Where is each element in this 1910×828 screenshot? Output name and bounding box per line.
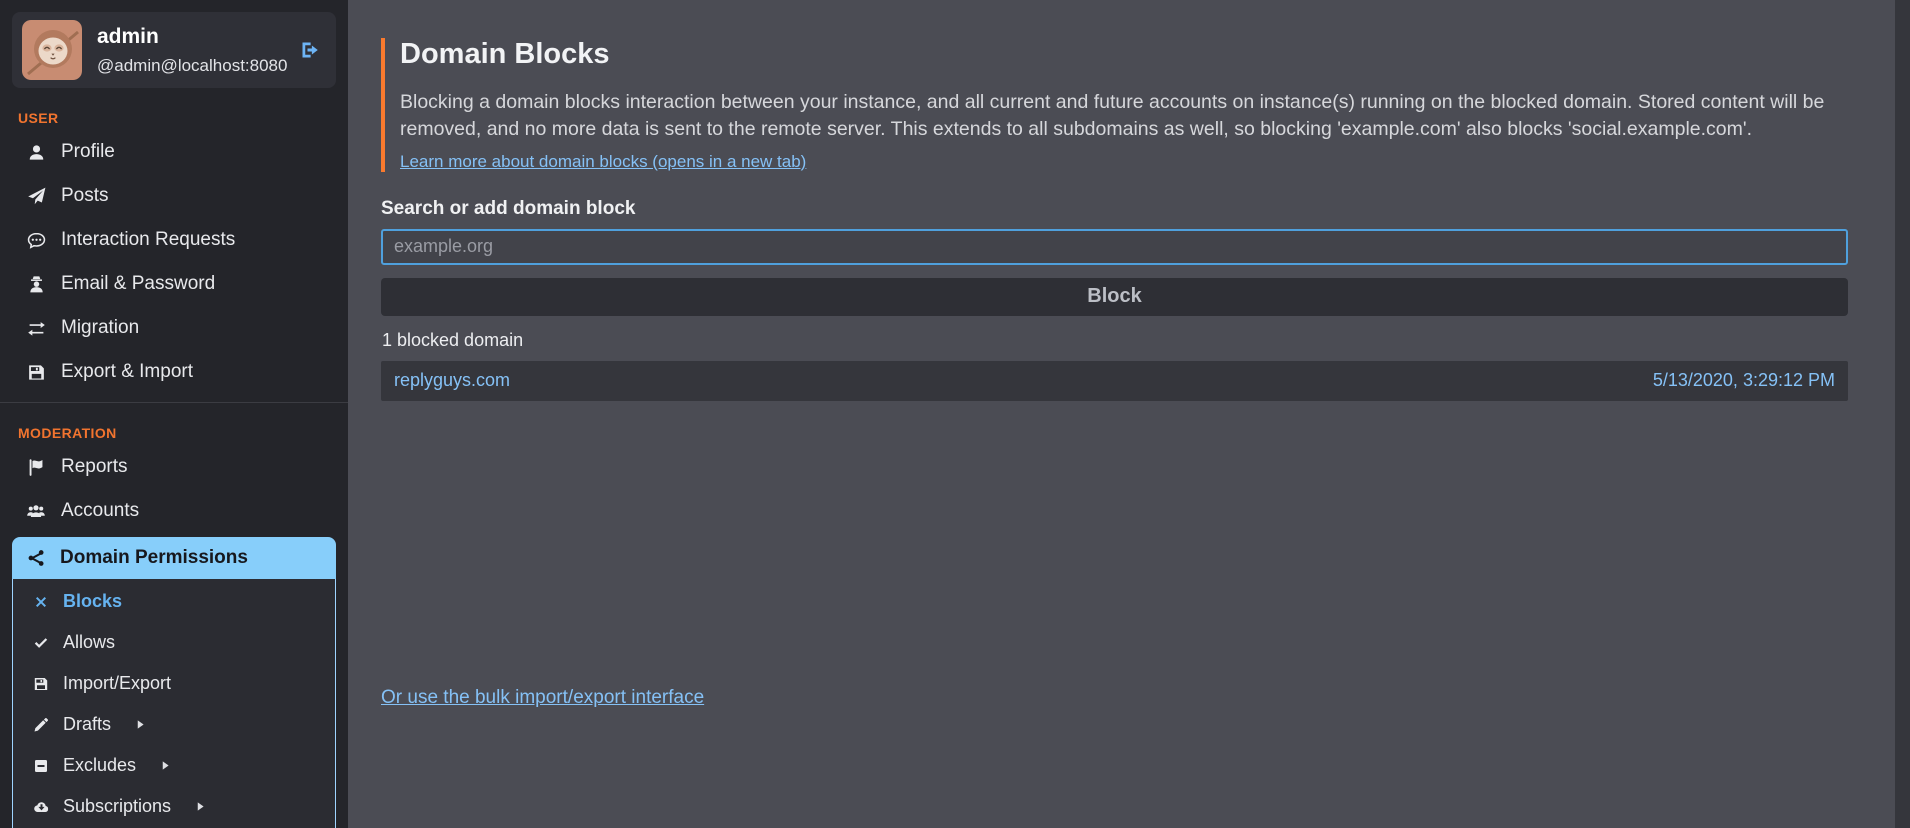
main-content: Domain Blocks Blocking a domain blocks i…: [348, 0, 1910, 828]
sidebar-item-reports[interactable]: Reports: [0, 445, 348, 489]
blocked-domain-link[interactable]: replyguys.com: [394, 370, 510, 391]
sidebar-item-label: Drafts: [63, 714, 111, 735]
sidebar-item-label: Email & Password: [61, 273, 215, 295]
user-icon: [26, 143, 46, 162]
domain-search-input[interactable]: [381, 229, 1848, 265]
sidebar-item-label: Profile: [61, 141, 115, 163]
caret-right-icon: [195, 801, 206, 812]
sidebar-item-profile[interactable]: Profile: [0, 130, 348, 174]
flag-icon: [26, 458, 46, 477]
blocked-domain-row[interactable]: replyguys.com 5/13/2020, 3:29:12 PM: [381, 361, 1848, 401]
sidebar-item-label: Domain Permissions: [60, 547, 248, 569]
sidebar-item-import-export[interactable]: Import/Export: [13, 663, 335, 704]
sidebar-item-subscriptions[interactable]: Subscriptions: [13, 786, 335, 827]
username: admin: [97, 25, 287, 49]
sidebar: admin @admin@localhost:8080 USER Profile…: [0, 0, 348, 828]
sidebar-item-export-import[interactable]: Export & Import: [0, 350, 348, 394]
section-label-moderation: MODERATION: [18, 425, 348, 441]
sidebar-item-label: Allows: [63, 632, 115, 653]
sidebar-item-drafts[interactable]: Drafts: [13, 704, 335, 745]
domain-permissions-submenu: Blocks Allows Import/Export Drafts: [12, 579, 336, 828]
sidebar-item-accounts[interactable]: Accounts: [0, 489, 348, 533]
x-icon: [32, 594, 50, 610]
sidebar-item-label: Accounts: [61, 500, 139, 522]
blocked-count: 1 blocked domain: [382, 330, 1848, 351]
bulk-import-export-link[interactable]: Or use the bulk import/export interface: [381, 687, 704, 709]
sidebar-item-posts[interactable]: Posts: [0, 174, 348, 218]
sidebar-item-label: Posts: [61, 185, 109, 207]
section-label-user: USER: [18, 110, 348, 126]
sign-out-icon: [300, 40, 320, 60]
paper-plane-icon: [26, 187, 46, 206]
exchange-arrows-icon: [26, 319, 46, 338]
pencil-icon: [32, 717, 50, 733]
sidebar-item-label: Subscriptions: [63, 796, 171, 817]
user-names: admin @admin@localhost:8080: [97, 25, 287, 76]
page-description: Blocking a domain blocks interaction bet…: [400, 89, 1848, 143]
sidebar-item-label: Reports: [61, 456, 128, 478]
scrollbar[interactable]: [1895, 0, 1910, 828]
avatar: [22, 20, 82, 80]
share-nodes-icon: [26, 549, 46, 567]
sidebar-item-interaction-requests[interactable]: Interaction Requests: [0, 218, 348, 262]
minus-square-icon: [32, 758, 50, 774]
floppy-disk-icon: [32, 676, 50, 692]
domain-permissions-group: Domain Permissions Blocks Allows Import/: [12, 537, 336, 828]
floppy-disk-icon: [26, 363, 46, 382]
caret-right-icon: [160, 760, 171, 771]
cloud-download-icon: [32, 799, 50, 815]
divider: [0, 402, 348, 403]
heading-block: Domain Blocks Blocking a domain blocks i…: [381, 38, 1848, 172]
sidebar-item-domain-permissions[interactable]: Domain Permissions: [12, 537, 336, 579]
users-icon: [26, 502, 46, 521]
sidebar-item-label: Excludes: [63, 755, 136, 776]
sidebar-item-label: Blocks: [63, 591, 122, 612]
sidebar-item-allows[interactable]: Allows: [13, 622, 335, 663]
user-secret-icon: [26, 275, 46, 294]
sidebar-item-blocks[interactable]: Blocks: [13, 581, 335, 622]
user-handle: @admin@localhost:8080: [97, 56, 287, 76]
caret-right-icon: [135, 719, 146, 730]
learn-more-link[interactable]: Learn more about domain blocks (opens in…: [400, 152, 806, 171]
blocked-domain-date: 5/13/2020, 3:29:12 PM: [1653, 370, 1835, 391]
search-label: Search or add domain block: [381, 198, 1848, 220]
page-title: Domain Blocks: [400, 38, 1848, 71]
sidebar-item-label: Import/Export: [63, 673, 171, 694]
sidebar-item-excludes[interactable]: Excludes: [13, 745, 335, 786]
sidebar-item-migration[interactable]: Migration: [0, 306, 348, 350]
block-button[interactable]: Block: [381, 278, 1848, 316]
comment-dots-icon: [26, 231, 46, 250]
sign-out-button[interactable]: [300, 40, 320, 60]
sidebar-item-label: Migration: [61, 317, 139, 339]
user-panel[interactable]: admin @admin@localhost:8080: [12, 12, 336, 88]
sidebar-item-label: Export & Import: [61, 361, 193, 383]
sidebar-item-email-password[interactable]: Email & Password: [0, 262, 348, 306]
check-icon: [32, 635, 50, 651]
sidebar-item-label: Interaction Requests: [61, 229, 235, 251]
